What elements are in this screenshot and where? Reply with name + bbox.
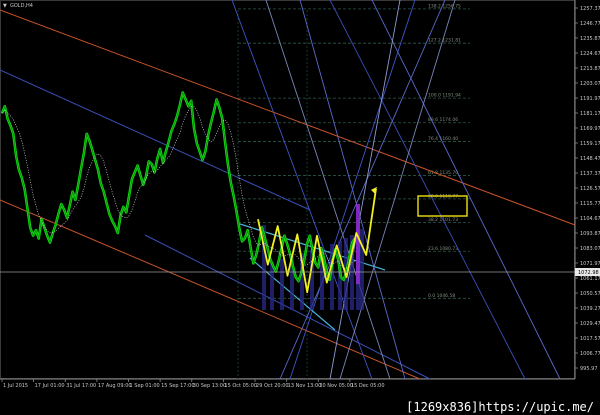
x-axis-ticks: 1 Jul 2015 17 Jul 01:00 31 Jul 17:00 17 Aug… — [1, 379, 385, 389]
price-chart: 138.2 1256.75127.2 1231.81100.0 1191.948… — [0, 0, 600, 389]
y-tick-label: 1181.17 — [580, 111, 600, 117]
y-tick-label: 1235.87 — [580, 36, 600, 42]
y-tick-label: 1191.97 — [580, 96, 600, 102]
y-tick-label: 995.97 — [580, 366, 598, 372]
x-tick-label: 17 Jul 01:00 — [35, 383, 65, 389]
blue-channel-upper — [0, 69, 311, 211]
fib-level-label: 23.6 1080.73 — [428, 246, 458, 252]
x-tick-label: 31 Jul 17:00 — [66, 383, 96, 389]
x-tick-label: 15 Oct 05:00 — [224, 383, 257, 389]
y-tick-label: 1029.47 — [580, 321, 600, 327]
fib-level-label: 100.0 1191.94 — [428, 93, 461, 99]
y-tick-label: 1093.87 — [580, 231, 600, 237]
y-tick-label: 1137.37 — [580, 171, 600, 177]
y-tick-label: 1224.67 — [580, 51, 600, 57]
watermark: [1269x836]https://upic.me/ — [400, 399, 600, 415]
fan-line — [289, 0, 416, 380]
y-tick-label: 1083.07 — [580, 246, 600, 252]
orange-channel-upper — [0, 9, 576, 226]
y-tick-label: 1039.27 — [580, 306, 600, 312]
fan-line — [279, 0, 446, 380]
y-tick-label: 1017.57 — [580, 336, 600, 342]
y-tick-label: 1126.57 — [580, 186, 600, 192]
y-tick-label: 1213.87 — [580, 66, 600, 72]
fan-line — [329, 0, 526, 380]
x-tick-label: 13 Nov 13:00 — [288, 383, 322, 389]
price-line-core — [1, 91, 356, 283]
y-tick-label: 1006.77 — [580, 351, 600, 357]
y-tick-label: 1257.37 — [580, 6, 600, 12]
x-tick-label: 15 Dec 05:00 — [351, 383, 385, 389]
x-tick-label: 30 Sep 13:00 — [193, 383, 226, 389]
y-tick-label: 1159.17 — [580, 141, 600, 147]
x-tick-label: 1 Jul 2015 — [3, 383, 28, 389]
y-axis-ticks: 1257.37 1246.77 1235.87 1224.67 1213.87 1203.… — [575, 6, 600, 372]
x-tick-label: 17 Aug 09:00 — [98, 383, 132, 389]
symbol-label: GOLD,H4 — [10, 3, 33, 9]
chart-canvas: 138.2 1256.75 127.2 1231.81 100.0 1191.94 8… — [0, 0, 600, 415]
x-tick-label: 15 Sep 17:00 — [161, 383, 194, 389]
fan-line — [339, 0, 456, 380]
histogram-bar — [280, 259, 284, 310]
fan-line — [371, 0, 561, 380]
y-tick-label: 1104.67 — [580, 216, 600, 222]
y-tick-label: 1115.77 — [580, 201, 600, 207]
x-tick-label: 29 Oct 20:00 — [256, 383, 289, 389]
x-tick-label: 30 Nov 05:00 — [319, 383, 353, 389]
trendlines — [0, 0, 576, 380]
fan-line — [231, 0, 373, 380]
x-tick-label: 1 Sep 01:00 — [130, 383, 160, 389]
y-tick-label: 1071.97 — [580, 261, 600, 267]
y-tick-label: 1050.57 — [580, 291, 600, 297]
price-series — [0, 91, 357, 283]
blue-channel-lower — [144, 234, 431, 380]
symbol-arrow-icon: ▼ — [3, 3, 7, 9]
plot-area — [0, 0, 575, 379]
price-line — [0, 91, 357, 283]
y-tick-label: 1203.07 — [580, 81, 600, 87]
fib-level-label: 76.4 1160.40 — [428, 136, 458, 142]
fib-level-label: 0.0 1046.58 — [428, 293, 455, 299]
fib-level-label: 127.2 1231.81 — [428, 38, 461, 44]
y-tick-label: 1169.97 — [580, 126, 600, 132]
fib-level-label: 138.2 1256.75 — [428, 3, 461, 9]
fan-line — [265, 0, 391, 380]
y-tick-label: 1246.77 — [580, 21, 600, 27]
y-tick-label: 1061.17 — [580, 276, 600, 282]
y-tick-label: 1148.47 — [580, 156, 600, 162]
